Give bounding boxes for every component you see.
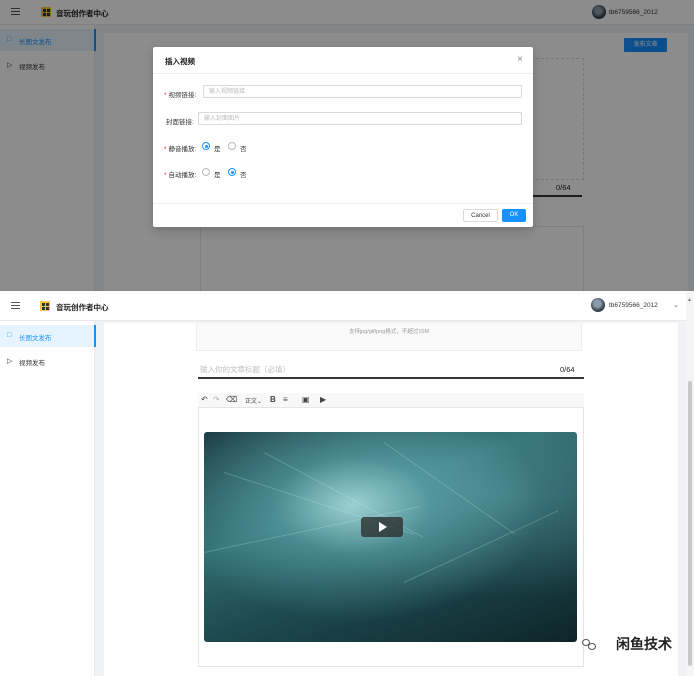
sidebar-item-label: 长图文发布: [19, 335, 52, 342]
autoplay-no-radio[interactable]: [228, 168, 236, 176]
document-icon: □: [7, 332, 12, 339]
wechat-icon: [582, 639, 598, 651]
insert-video-screen: 音玩创作者中心 tb6759566_2012 □ 长图文发布 ▷ 视频发布 发布…: [0, 0, 694, 291]
watermark-text: 闲鱼技术: [616, 636, 672, 652]
cover-link-input[interactable]: 输入封面图片: [198, 112, 522, 125]
video-icon[interactable]: ▶: [320, 395, 326, 404]
logo-icon: [40, 301, 50, 311]
mute-label: * 静音播放:: [164, 146, 197, 153]
video-link-label: * 视频链接:: [164, 92, 197, 99]
video-frame-detail: [383, 442, 516, 535]
video-link-input[interactable]: 输入视频链接: [203, 85, 522, 98]
ok-button[interactable]: OK: [502, 209, 526, 222]
sidebar-item-video[interactable]: ▷ 视频发布: [0, 350, 94, 372]
video-camera-icon: ▷: [7, 358, 13, 365]
cancel-button[interactable]: Cancel: [463, 209, 498, 222]
scroll-up-icon[interactable]: ▲: [687, 297, 692, 303]
editor-toolbar: ↶ ↷ ⌫ 正文⌄ B ≡ ▣ ▶: [198, 393, 584, 407]
paragraph-select[interactable]: 正文⌄: [245, 396, 262, 405]
divider: [153, 203, 533, 204]
eraser-icon[interactable]: ⌫: [226, 395, 237, 404]
autoplay-label: * 自动播放:: [164, 172, 197, 179]
chevron-down-icon[interactable]: ⌄: [673, 301, 679, 309]
autoplay-yes-label: 是: [214, 172, 221, 179]
align-icon[interactable]: ≡: [283, 395, 288, 404]
autoplay-yes-radio[interactable]: [202, 168, 210, 176]
sidebar-item-label: 视频发布: [19, 360, 45, 367]
top-header: 音玩创作者中心 tb6759566_2012 ⌄: [0, 291, 694, 321]
video-player[interactable]: [204, 432, 577, 642]
article-title-input[interactable]: 输入你的文章标题（必填）: [200, 364, 582, 376]
sidebar: □ 长图文发布 ▷ 视频发布: [0, 321, 96, 676]
avatar[interactable]: [591, 298, 605, 312]
autoplay-no-label: 否: [240, 172, 247, 179]
sidebar-item-long-article[interactable]: □ 长图文发布: [0, 325, 96, 347]
menu-icon[interactable]: [11, 302, 20, 310]
undo-icon[interactable]: ↶: [201, 395, 208, 404]
mute-yes-radio[interactable]: [202, 142, 210, 150]
editor-screen: 音玩创作者中心 tb6759566_2012 ⌄ □ 长图文发布 ▷ 视频发布 …: [0, 291, 694, 676]
close-icon[interactable]: ×: [517, 54, 523, 65]
image-icon[interactable]: ▣: [302, 395, 310, 404]
cover-upload-box[interactable]: 支持jpg/gif/png格式，不超过10M: [196, 323, 582, 351]
play-button[interactable]: [361, 517, 403, 537]
username[interactable]: tb6759566_2012: [609, 302, 658, 309]
scrollbar-thumb[interactable]: [688, 381, 692, 666]
insert-video-dialog: 插入视频 × * 视频链接: 输入视频链接 封面链接: 输入封面图片 * 静音播放:…: [153, 47, 533, 227]
title-counter: 0/64: [560, 365, 575, 374]
cover-link-label: 封面链接:: [166, 119, 194, 126]
upload-hint: 支持jpg/gif/png格式，不超过10M: [348, 329, 430, 335]
dialog-title: 插入视频: [165, 57, 195, 66]
video-frame-detail: [403, 510, 559, 583]
divider: [153, 73, 533, 74]
redo-icon[interactable]: ↷: [213, 395, 220, 404]
title-underline: [198, 377, 584, 379]
app-title: 音玩创作者中心: [56, 303, 109, 312]
mute-no-label: 否: [240, 146, 247, 153]
mute-yes-label: 是: [214, 146, 221, 153]
bold-button[interactable]: B: [270, 395, 276, 404]
scrollbar[interactable]: ▲: [686, 291, 694, 676]
mute-no-radio[interactable]: [228, 142, 236, 150]
